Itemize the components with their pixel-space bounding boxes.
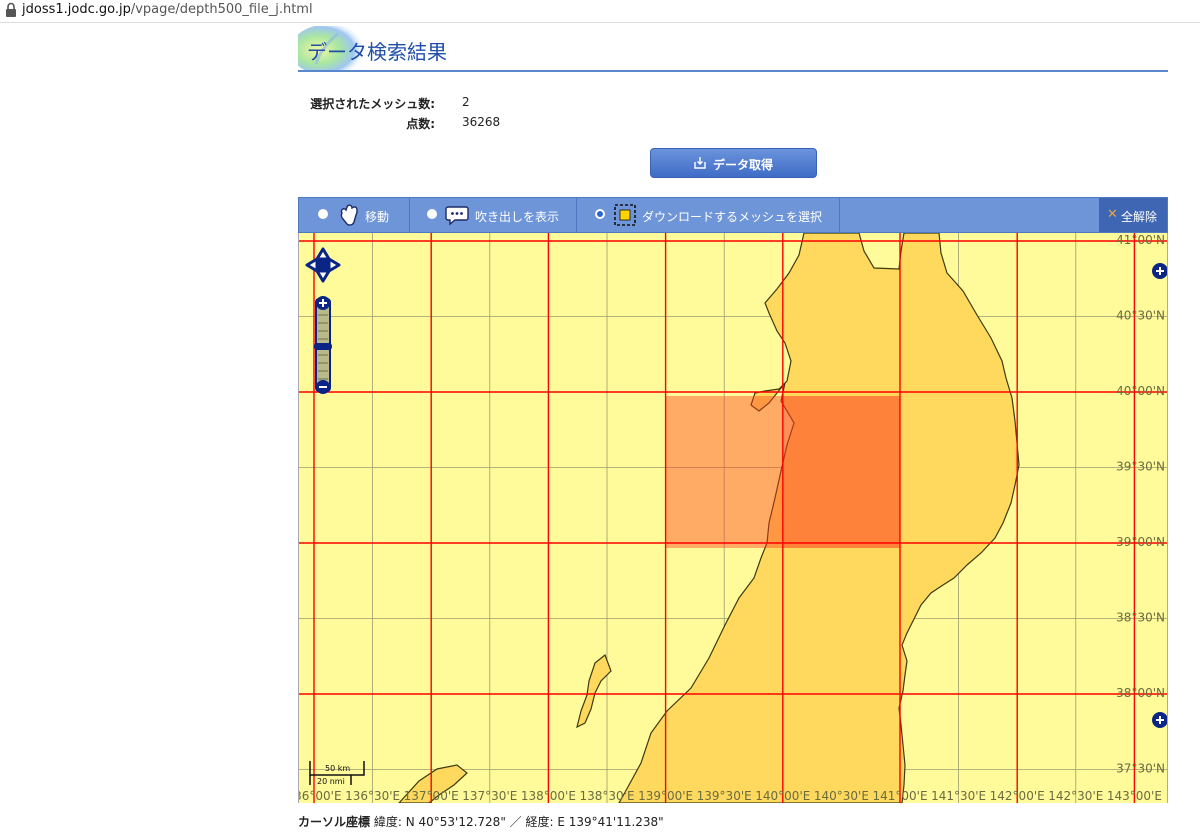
move-mode-radio[interactable] xyxy=(318,209,328,219)
balloon-mode-label: 吹き出しを表示 xyxy=(475,210,560,224)
speech-bubble-icon xyxy=(445,206,469,226)
download-button-label: データ取得 xyxy=(713,158,774,172)
latitude-label: 38°30'N xyxy=(1116,611,1165,625)
longitude-label: 136°30'E xyxy=(345,789,400,803)
longitude-label: 138°00'E xyxy=(521,789,576,803)
balloon-mode-radio[interactable] xyxy=(427,209,437,219)
mesh-select-label: ダウンロードするメッシュを選択 xyxy=(642,210,823,224)
longitude-label: 143°00'E xyxy=(1107,789,1162,803)
mesh-select-icon xyxy=(614,204,636,226)
header-underline xyxy=(298,70,1168,72)
scale-km-label: 50 km xyxy=(325,764,350,773)
hand-icon xyxy=(340,204,358,226)
longitude-label: 139°00'E xyxy=(638,789,693,803)
mesh-count-value: 2 xyxy=(462,95,470,109)
points-value: 36268 xyxy=(462,115,501,129)
download-data-button[interactable]: データ取得 xyxy=(650,148,817,178)
move-mode-label: 移動 xyxy=(365,210,390,224)
toolbar-balloon-mode[interactable]: 吹き出しを表示 xyxy=(409,198,577,232)
cursor-coordinates-value: 緯度: N 40°53'12.728" ／ 経度: E 139°41'11.23… xyxy=(373,815,664,829)
clear-all-label: 全解除 xyxy=(1121,210,1158,224)
url-host: jdoss1.jodc.go.jp xyxy=(22,2,131,17)
points-label: 点数: xyxy=(406,117,435,131)
longitude-label: 140°00'E xyxy=(755,789,810,803)
selected-mesh-1[interactable] xyxy=(665,396,783,548)
toolbar-move-mode[interactable]: 移動 xyxy=(299,198,410,232)
longitude-label: 142°00'E xyxy=(990,789,1045,803)
cursor-coordinates: カーソル座標 緯度: N 40°53'12.728" ／ 経度: E 139°4… xyxy=(298,813,664,830)
expand-plus-icon-top[interactable] xyxy=(1152,263,1168,279)
latitude-label: 39°00'N xyxy=(1116,535,1165,549)
longitude-label: 140°30'E xyxy=(814,789,869,803)
clear-x-icon: ✕ xyxy=(1107,207,1118,222)
section-header: データ検索結果 xyxy=(298,26,1168,72)
browser-url-bar[interactable]: jdoss1.jodc.go.jp/vpage/depth500_file_j.… xyxy=(0,0,1200,23)
scale-nmi-label: 20 nmi xyxy=(317,777,345,786)
clear-all-button[interactable]: ✕ 全解除 xyxy=(1099,198,1167,232)
longitude-label: 139°30'E xyxy=(697,789,752,803)
longitude-label: 137°00'E xyxy=(404,789,459,803)
longitude-label: 136°00'E xyxy=(299,789,342,803)
cursor-coordinates-label: カーソル座標 xyxy=(298,815,371,829)
zoom-out-icon[interactable] xyxy=(316,380,330,394)
map-canvas[interactable]: 41°00'N 40°30'N 40°00'N 39°30'N 39°00'N 38°30… xyxy=(299,233,1168,803)
download-icon xyxy=(694,157,706,169)
toolbar-mesh-select-mode[interactable]: ダウンロードするメッシュを選択 xyxy=(576,198,840,232)
latitude-label: 41°00'N xyxy=(1116,233,1165,247)
latitude-label: 40°30'N xyxy=(1116,309,1165,323)
longitude-label: 138°30'E xyxy=(579,789,634,803)
longitude-label: 142°30'E xyxy=(1048,789,1103,803)
selected-mesh-2[interactable] xyxy=(783,396,900,548)
latitude-label: 38°00'N xyxy=(1116,686,1165,700)
mesh-count-label: 選択されたメッシュ数: xyxy=(310,97,435,111)
latitude-label: 40°00'N xyxy=(1116,384,1165,398)
zoom-slider[interactable] xyxy=(314,296,332,394)
longitude-label: 141°30'E xyxy=(931,789,986,803)
longitude-labels: 136°00'E136°30'E 137°00'E137°30'E 138°00'E… xyxy=(299,789,1162,803)
latitude-label: 37°30'N xyxy=(1116,762,1165,776)
latitude-label: 39°30'N xyxy=(1116,460,1165,474)
zoom-in-icon[interactable] xyxy=(316,296,330,310)
expand-plus-icon-bottom[interactable] xyxy=(1152,712,1168,728)
page-title: データ検索結果 xyxy=(307,40,447,64)
longitude-label: 137°30'E xyxy=(462,789,517,803)
url-path: /vpage/depth500_file_j.html xyxy=(130,2,313,17)
zoom-handle[interactable] xyxy=(314,343,332,350)
lock-icon xyxy=(6,2,16,17)
url-text[interactable]: jdoss1.jodc.go.jp/vpage/depth500_file_j.… xyxy=(22,2,313,17)
map-view[interactable]: 41°00'N 40°30'N 40°00'N 39°30'N 39°00'N 38°30… xyxy=(298,233,1168,803)
mesh-select-radio[interactable] xyxy=(595,209,605,219)
map-toolbar: 移動 吹き出しを表示 ダウンロードするメッシュを選択 ✕ 全解除 xyxy=(298,197,1168,233)
longitude-label: 141°00'E xyxy=(872,789,927,803)
